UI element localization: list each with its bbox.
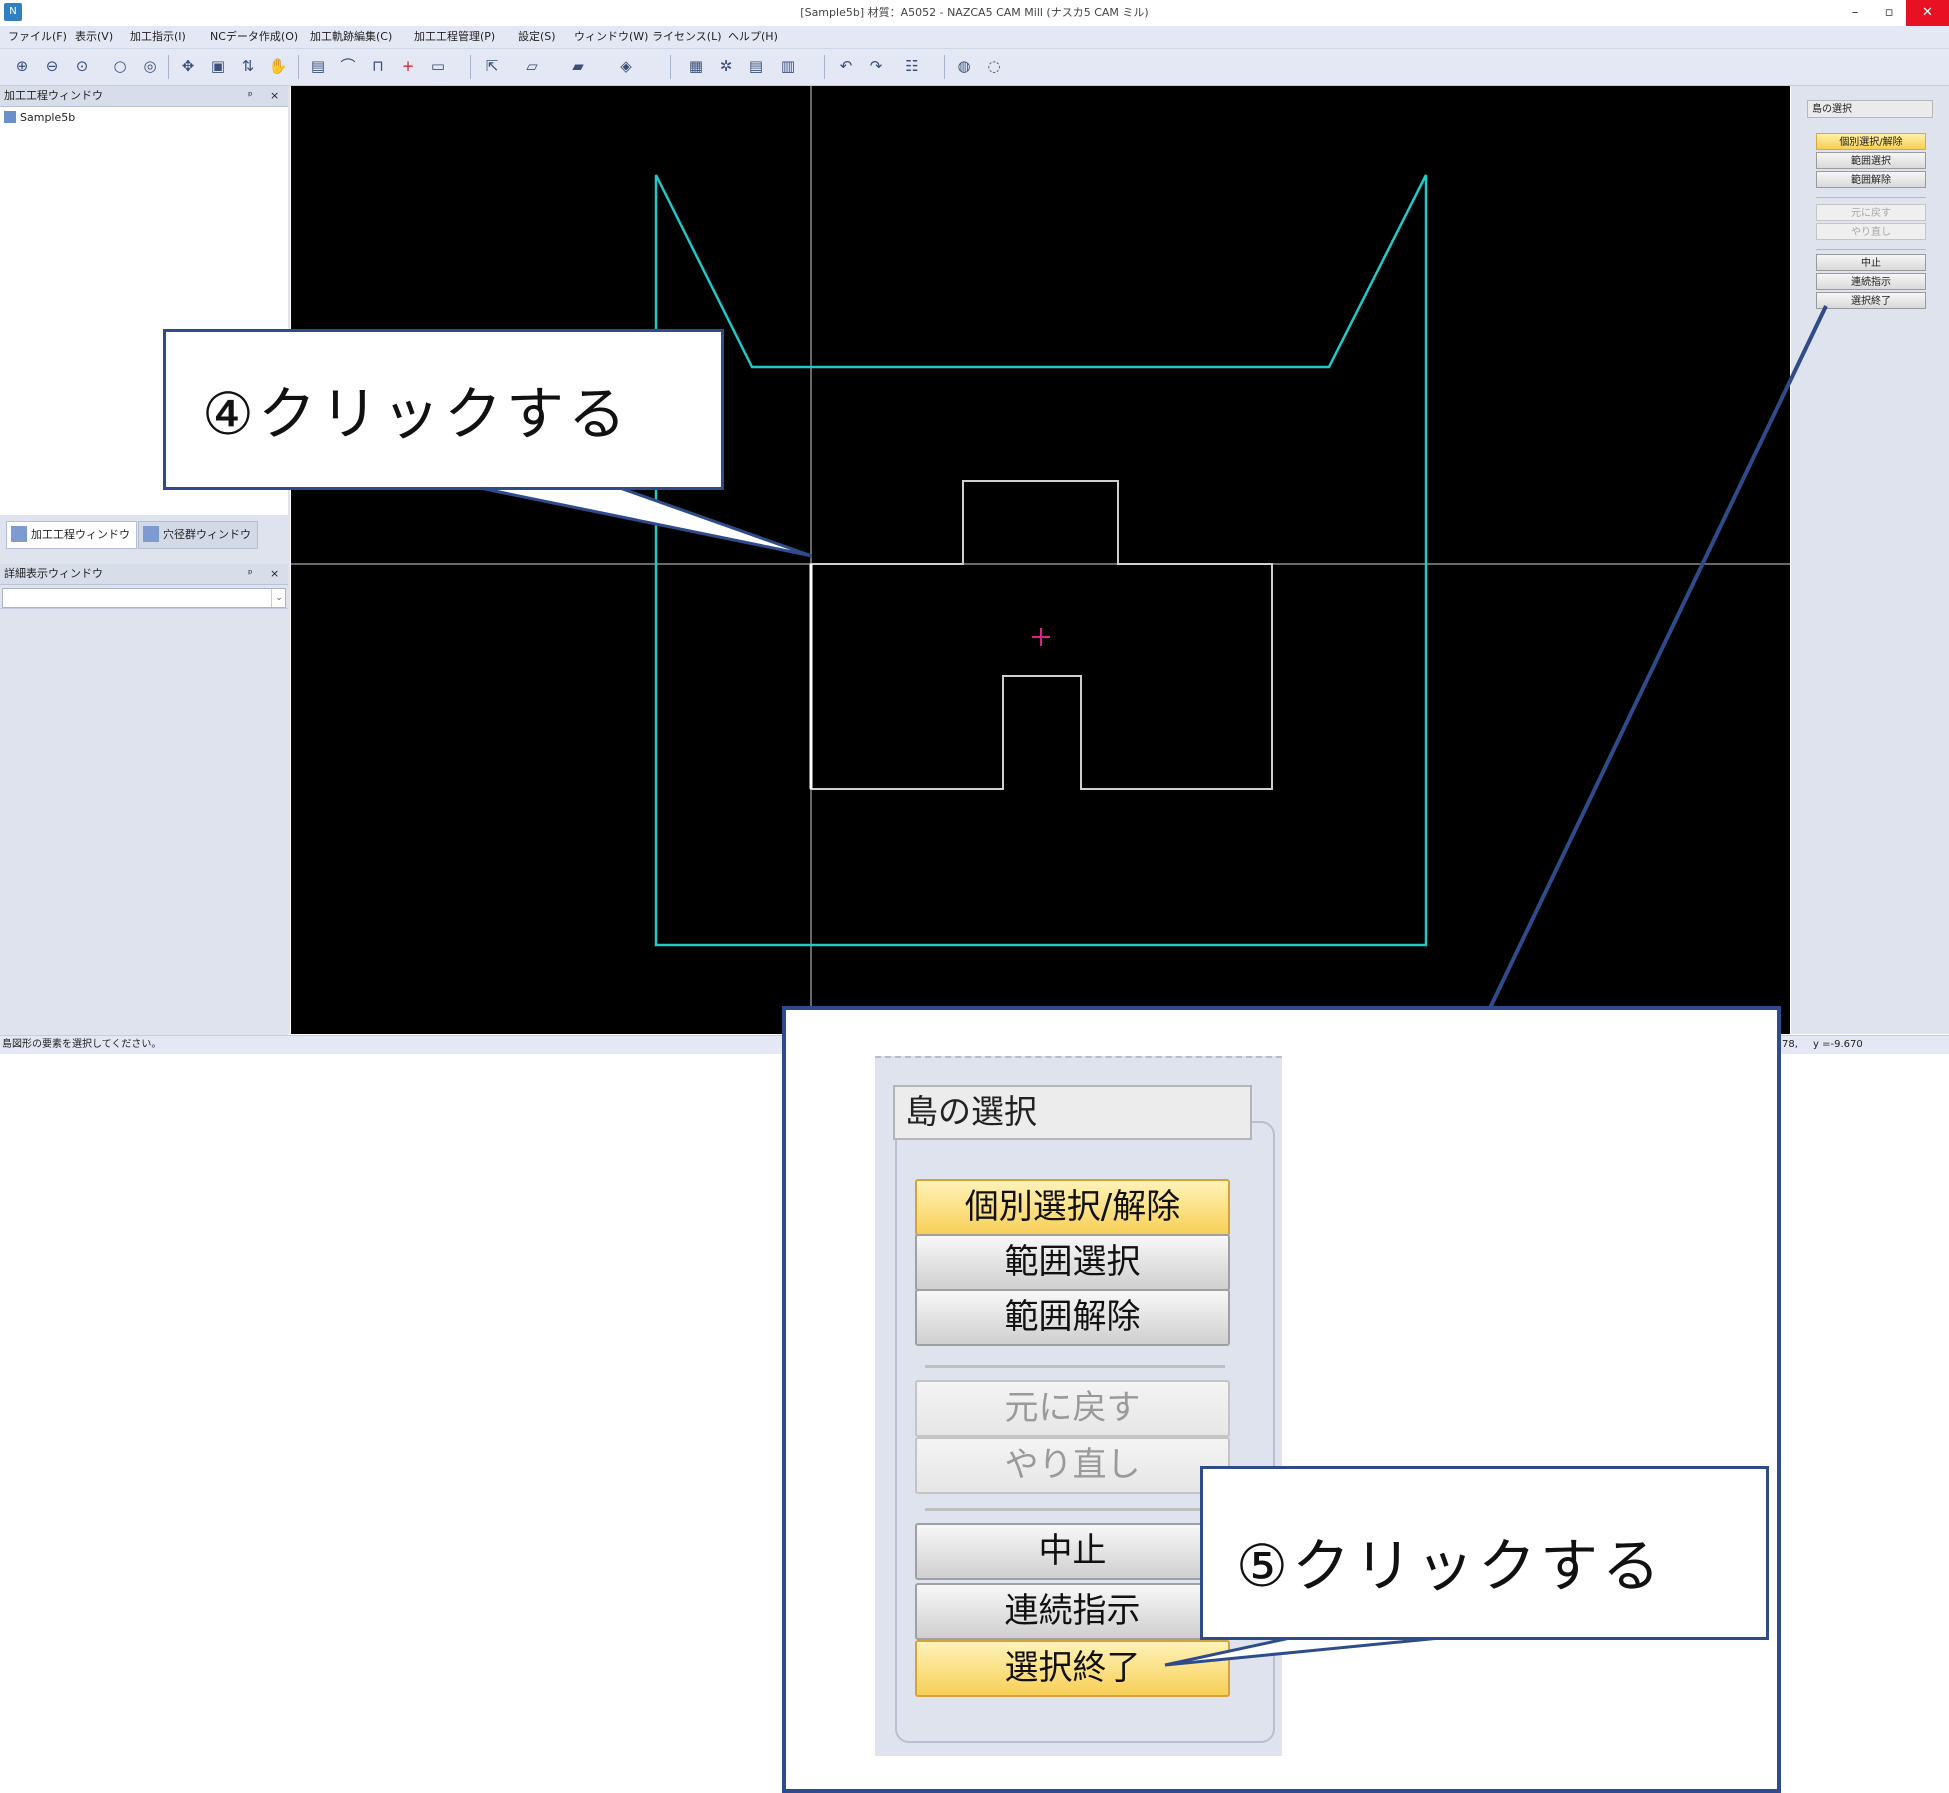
callout-5-text: ⑤クリックする [1236, 1532, 1664, 1600]
callout-5-pointer [1164, 1636, 1441, 1667]
